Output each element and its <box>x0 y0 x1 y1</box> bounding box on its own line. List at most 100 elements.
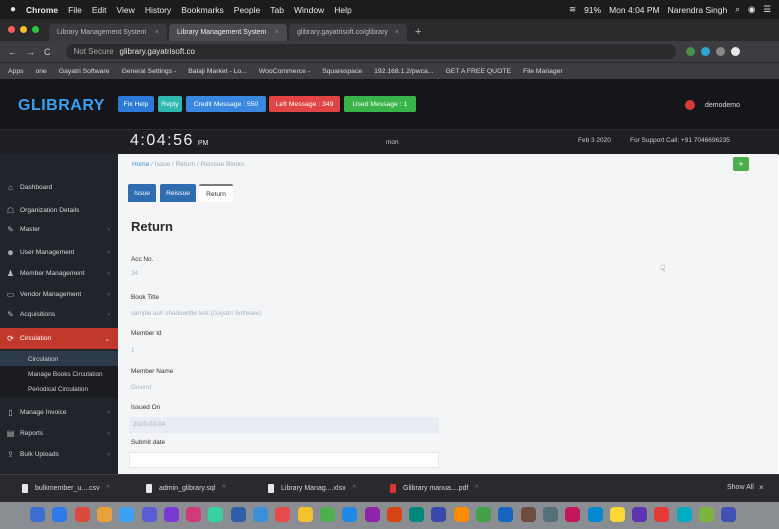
user-menu[interactable]: demodemo <box>685 100 740 110</box>
dock-app-icon[interactable] <box>208 507 224 522</box>
window-close-dot[interactable] <box>8 26 15 33</box>
dock-app-icon[interactable] <box>609 507 625 522</box>
dock-app-icon[interactable] <box>342 507 358 522</box>
sidebar-item-acquisitions[interactable]: ✎ Acquisitions ‹ <box>0 304 118 325</box>
url-security[interactable]: Not Secure <box>74 47 114 56</box>
sidebar-item-master[interactable]: ✎ Master ‹ <box>0 219 118 240</box>
menu-people[interactable]: People <box>234 5 260 15</box>
dock-app-icon[interactable] <box>96 507 112 522</box>
siri-icon[interactable]: ◉ <box>748 4 755 15</box>
chevron-up-icon[interactable]: ^ <box>107 485 110 492</box>
sidebar-item-organization[interactable]: ☖ Organization Details <box>0 200 118 221</box>
window-maximize-dot[interactable] <box>32 26 39 33</box>
dock-app-icon[interactable] <box>498 507 514 522</box>
dock-app-icon[interactable] <box>230 507 246 522</box>
dock-app-icon[interactable] <box>253 507 268 522</box>
sidebar-item-user-management[interactable]: ☻ User Management ‹ <box>0 242 118 263</box>
wifi-icon[interactable]: ≋ <box>569 4 576 15</box>
chevron-up-icon[interactable]: ^ <box>353 485 356 492</box>
download-item[interactable]: Library Manag....xlsx ^ <box>268 484 356 493</box>
tab-issue[interactable]: Issue <box>128 184 156 202</box>
bookmark-apps[interactable]: Apps <box>8 68 24 75</box>
dock-app-icon[interactable] <box>476 507 491 522</box>
spotlight-icon[interactable]: ⌕ <box>735 4 740 15</box>
sidebar-item-manage-invoice[interactable]: ▯ Manage Invoice ‹ <box>0 402 118 423</box>
dock-app-icon[interactable] <box>721 507 737 522</box>
bookmark[interactable]: WooCommerce - <box>259 68 310 75</box>
tab-return[interactable]: Return <box>199 184 233 202</box>
breadcrumb-home[interactable]: Home <box>132 161 149 168</box>
browser-tab[interactable]: Library Management System × <box>49 24 167 41</box>
dock-app-icon[interactable] <box>431 507 447 522</box>
menu-history[interactable]: History <box>145 5 171 15</box>
dock-app-icon[interactable] <box>654 507 670 522</box>
dock-app-icon[interactable] <box>364 507 380 522</box>
book-title-value[interactable]: sample aoh shadowtitle test (Gayatri Sof… <box>131 310 262 317</box>
dock-app-icon[interactable] <box>275 507 291 522</box>
close-icon[interactable]: × <box>395 29 399 36</box>
issued-on-field[interactable] <box>129 417 439 433</box>
sidebar-item-circulation[interactable]: ⟳ Circulation ⌄ <box>0 328 118 349</box>
window-minimize-dot[interactable] <box>20 26 27 33</box>
menu-bookmarks[interactable]: Bookmarks <box>181 5 224 15</box>
menu-tab[interactable]: Tab <box>270 5 284 15</box>
dock-app-icon[interactable] <box>386 507 402 522</box>
credit-message-button[interactable]: Credit Message : 550 <box>186 96 266 112</box>
dock-app-icon[interactable] <box>186 507 202 522</box>
menu-clock[interactable]: Mon 4:04 PM <box>609 5 660 15</box>
member-name-value[interactable]: Govind <box>131 384 151 391</box>
dock-app-icon[interactable] <box>676 507 692 522</box>
dock-app-icon[interactable] <box>163 507 179 522</box>
bookmark[interactable]: Balaji Market - Lo... <box>188 68 247 75</box>
sidebar-item-member-management[interactable]: ♟ Member Management ‹ <box>0 263 118 284</box>
reply-button[interactable]: Reply <box>158 96 182 112</box>
dock-app-icon[interactable] <box>119 507 135 522</box>
sidebar-item-bulk-uploads[interactable]: ⇪ Bulk Uploads ‹ <box>0 444 118 465</box>
dock-app-icon[interactable] <box>74 507 90 522</box>
menu-file[interactable]: File <box>68 5 82 15</box>
close-icon[interactable]: × <box>759 483 764 492</box>
submit-date-field[interactable] <box>129 452 439 468</box>
used-message-button[interactable]: Used Message : 1 <box>344 96 416 112</box>
menu-window[interactable]: Window <box>294 5 324 15</box>
bookmark[interactable]: General Settings - <box>121 68 176 75</box>
add-button[interactable]: + <box>733 157 749 171</box>
nav-buttons[interactable]: ←→C <box>8 47 60 57</box>
dock-app-icon[interactable] <box>520 507 536 522</box>
app-logo[interactable]: GLIBRARY <box>18 97 105 115</box>
download-item[interactable]: bulkmember_u....csv ^ <box>22 484 110 493</box>
sidebar-item-reports[interactable]: ▤ Reports ‹ <box>0 423 118 444</box>
member-id-value[interactable]: 1 <box>131 347 135 354</box>
close-icon[interactable]: × <box>155 29 159 36</box>
menu-view[interactable]: View <box>117 5 135 15</box>
bookmark[interactable]: Gayatri Software <box>59 68 110 75</box>
battery-percent[interactable]: 91% <box>584 5 601 15</box>
menu-chrome[interactable]: Chrome <box>26 5 58 15</box>
dock-app-icon[interactable] <box>52 507 68 522</box>
new-tab-icon[interactable]: + <box>409 26 421 41</box>
bookmark[interactable]: 192.168.1.2/pwca... <box>374 68 433 75</box>
download-item[interactable]: admin_glibrary.sql ^ <box>146 484 226 493</box>
bookmark[interactable]: GET A FREE QUOTE <box>445 68 511 75</box>
extension-icon[interactable] <box>700 47 710 56</box>
sidebar-item-dashboard[interactable]: ⌂ Dashboard <box>0 177 118 198</box>
menu-help[interactable]: Help <box>334 5 351 15</box>
extension-icon[interactable] <box>715 47 725 56</box>
browser-tab[interactable]: glibrary.gayatrisoft.co/glibrary × <box>289 24 407 41</box>
browser-tab-active[interactable]: Library Management System × <box>169 24 287 41</box>
menu-user[interactable]: Narendra Singh <box>668 5 728 15</box>
tab-reissue[interactable]: Reissue <box>160 184 196 202</box>
menu-edit[interactable]: Edit <box>92 5 107 15</box>
profile-icon[interactable] <box>730 47 740 56</box>
acc-no-value[interactable]: 34 <box>131 270 138 277</box>
dock-app-icon[interactable] <box>542 507 558 522</box>
dock-app-icon[interactable] <box>297 507 313 522</box>
download-item[interactable]: Glibrary manua....pdf ^ <box>390 484 479 493</box>
chevron-up-icon[interactable]: ^ <box>475 485 478 492</box>
close-icon[interactable]: × <box>275 29 279 36</box>
chevron-up-icon[interactable]: ^ <box>222 485 225 492</box>
dock-app-icon[interactable] <box>319 507 335 522</box>
extension-icon[interactable] <box>685 47 695 56</box>
sidebar-subitem-periodical-circulation[interactable]: Periodical Circulation <box>0 381 118 398</box>
dock-app-icon[interactable] <box>699 507 714 522</box>
